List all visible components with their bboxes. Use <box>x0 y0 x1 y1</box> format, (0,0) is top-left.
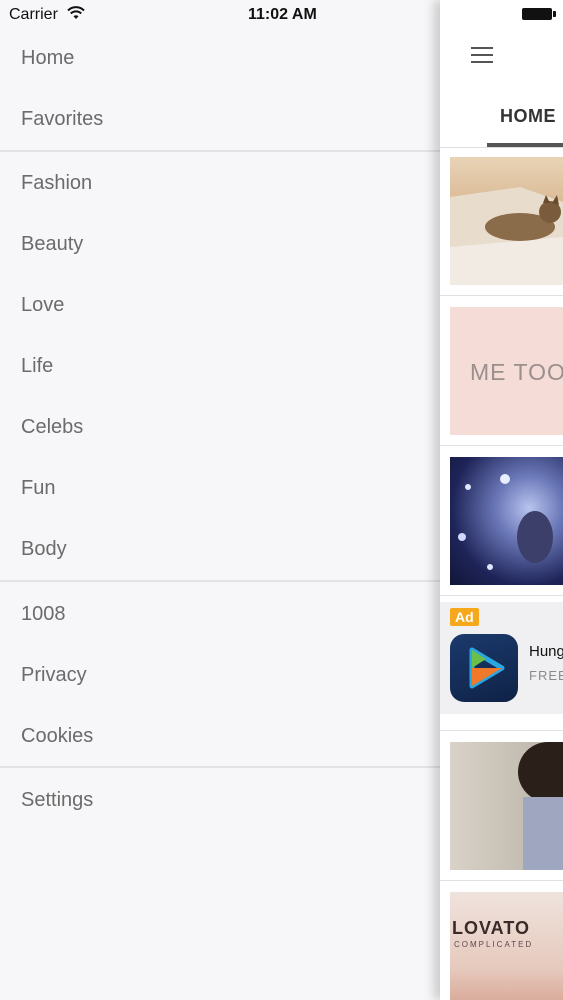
article-thumbnail-dance[interactable] <box>450 457 563 585</box>
article-thumbnail-girl[interactable] <box>450 742 563 870</box>
header-divider <box>440 147 563 148</box>
menu-item-home[interactable]: Home <box>21 47 74 70</box>
thumbnail-text: ME TOO. <box>470 359 563 385</box>
cat-image <box>450 187 563 285</box>
menu-item-privacy[interactable]: Privacy <box>21 664 87 687</box>
menu-item-cookies[interactable]: Cookies <box>21 725 93 748</box>
card-divider <box>440 295 563 296</box>
menu-item-body[interactable]: Body <box>21 538 67 561</box>
thumbnail-title: LOVATO <box>452 918 530 938</box>
ad-banner[interactable]: Ad Hung FREE <box>440 602 563 714</box>
dance-image <box>458 474 553 570</box>
card-divider <box>440 730 563 731</box>
content-panel[interactable]: HOME ME TOO. Ad Hung FRE LOVATO COMPLICA… <box>440 0 563 1000</box>
menu-item-fashion[interactable]: Fashion <box>21 172 92 195</box>
article-thumbnail-lovato[interactable]: LOVATO COMPLICATED <box>450 892 563 1000</box>
ad-subtitle: FREE <box>529 668 563 683</box>
menu-divider <box>0 580 440 582</box>
article-thumbnail-metoo[interactable]: ME TOO. <box>450 307 563 435</box>
side-drawer: Home Favorites Fashion Beauty Love Life … <box>0 28 440 1000</box>
status-bar: Carrier 11:02 AM <box>0 0 563 30</box>
menu-divider <box>0 150 440 152</box>
menu-item-celebs[interactable]: Celebs <box>21 416 83 439</box>
wifi-icon <box>67 6 85 19</box>
hamburger-menu-icon[interactable] <box>471 47 493 65</box>
article-thumbnail-cat[interactable] <box>450 157 563 285</box>
card-divider <box>440 880 563 881</box>
hair-shape <box>518 742 563 802</box>
ad-title: Hung <box>529 643 563 660</box>
body-shape <box>523 797 563 870</box>
ad-badge: Ad <box>450 608 479 626</box>
menu-item-beauty[interactable]: Beauty <box>21 233 83 256</box>
app-icon[interactable] <box>450 634 518 702</box>
clock: 11:02 AM <box>248 6 317 23</box>
tab-home[interactable]: HOME <box>500 106 556 127</box>
menu-item-favorites[interactable]: Favorites <box>21 108 103 131</box>
menu-item-1008[interactable]: 1008 <box>21 603 66 626</box>
card-divider <box>440 595 563 596</box>
menu-item-life[interactable]: Life <box>21 355 53 378</box>
menu-divider <box>0 766 440 768</box>
menu-item-fun[interactable]: Fun <box>21 477 55 500</box>
menu-item-love[interactable]: Love <box>21 294 64 317</box>
play-icon <box>469 647 505 689</box>
menu-item-settings[interactable]: Settings <box>21 789 93 812</box>
carrier-label: Carrier <box>9 6 58 23</box>
card-divider <box>440 445 563 446</box>
thumbnail-subtitle: COMPLICATED <box>454 940 534 949</box>
battery-icon <box>522 8 556 20</box>
